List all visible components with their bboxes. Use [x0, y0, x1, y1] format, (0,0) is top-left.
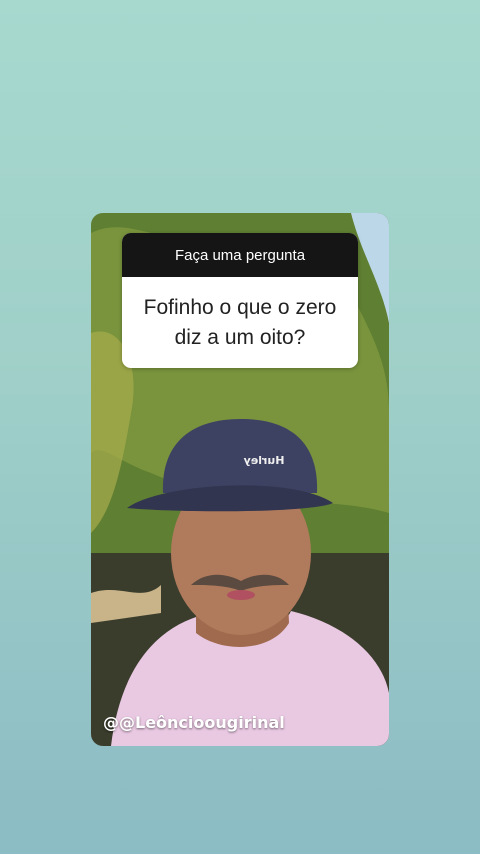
- mouth: [227, 590, 255, 600]
- question-sticker[interactable]: Faça uma pergunta Fofinho o que o zero d…: [122, 233, 358, 368]
- user-handle[interactable]: @@Leôncioougirinal: [103, 713, 285, 732]
- question-sticker-text: Fofinho o que o zero diz a um oito?: [143, 295, 337, 349]
- question-sticker-header: Faça uma pergunta: [122, 233, 358, 277]
- story-card[interactable]: Hurley Faça uma pergunta Fofinho o que o…: [91, 213, 389, 746]
- cap-logo: Hurley: [244, 454, 285, 467]
